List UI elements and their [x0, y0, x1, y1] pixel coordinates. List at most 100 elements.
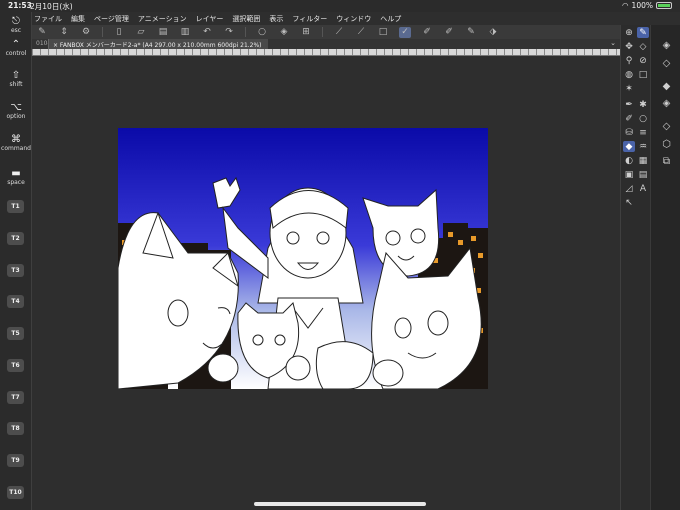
divider — [322, 27, 323, 37]
pen3-icon[interactable]: □ — [377, 27, 389, 38]
tag-icon[interactable]: ⬗ — [487, 27, 499, 38]
fill-tool-icon[interactable]: ◆ — [623, 141, 635, 152]
menu-page[interactable]: ページ管理 — [94, 14, 129, 24]
drops-icon[interactable]: ♒ — [637, 141, 649, 152]
menu-file[interactable]: ファイル — [34, 14, 62, 24]
blend-icon[interactable]: ◐ — [623, 155, 635, 166]
save-icon[interactable]: ▤ — [157, 27, 169, 38]
control-icon: ⌃ — [11, 39, 21, 50]
space-key[interactable]: ▬ space — [0, 168, 32, 186]
t8-key[interactable]: T8 — [7, 422, 24, 435]
zoom-icon[interactable]: ⊕ — [623, 27, 635, 38]
move-icon[interactable]: ✥ — [623, 41, 635, 52]
menu-edit[interactable]: 編集 — [71, 14, 85, 24]
control-key[interactable]: ⌃ control — [0, 39, 32, 57]
layer-fill-icon[interactable]: ◈ — [660, 39, 673, 51]
brush2-icon[interactable]: ✎ — [465, 27, 477, 38]
transform-icon[interactable]: ⊞ — [300, 27, 312, 38]
pen-icon[interactable]: ⟋ — [333, 27, 345, 38]
settings-icon[interactable]: ⚙ — [80, 27, 92, 38]
menu-window[interactable]: ウィンドウ — [336, 14, 371, 24]
shift-key[interactable]: ⇧ shift — [0, 70, 32, 88]
command-label: command — [1, 145, 31, 152]
ruler-icon[interactable]: ▤ — [637, 169, 649, 180]
frame-icon[interactable]: ◿ — [623, 183, 635, 194]
t5-key[interactable]: T5 — [7, 327, 24, 340]
option-key[interactable]: ⌥ option — [0, 102, 32, 120]
undo-icon[interactable]: ↶ — [201, 27, 213, 38]
wand-icon[interactable]: ✶ — [623, 83, 635, 94]
eyedropper-icon[interactable]: ⊘ — [637, 55, 649, 66]
eraser-icon[interactable]: ◇ — [637, 41, 649, 52]
brush-tool-icon[interactable]: ✐ — [623, 113, 635, 124]
layer-palette-strip: ◈ ◇ ◆ ◈ ◇ ⬡ ⧉ — [650, 25, 680, 510]
menu-bar: ファイル 編集 ページ管理 アニメーション レイヤー 選択範囲 表示 フィルター… — [32, 12, 620, 25]
brush-icon[interactable]: ✎ — [36, 27, 48, 38]
horizontal-ruler — [32, 49, 620, 56]
arrow-icon[interactable]: ↖ — [623, 197, 635, 208]
menu-animation[interactable]: アニメーション — [138, 14, 187, 24]
t2-key[interactable]: T2 — [7, 232, 24, 245]
shift-label: shift — [9, 81, 23, 88]
print-icon[interactable]: ▥ — [179, 27, 191, 38]
control-label: control — [5, 50, 27, 57]
menu-selection[interactable]: 選択範囲 — [232, 14, 260, 24]
menu-layer[interactable]: レイヤー — [196, 14, 224, 24]
battery-percent: 100% — [631, 1, 653, 10]
layer-erase-icon[interactable]: ◇ — [660, 120, 673, 132]
t9-key[interactable]: T9 — [7, 454, 24, 467]
new-icon[interactable]: ▯ — [113, 27, 125, 38]
sparkle-icon[interactable]: ✱ — [637, 99, 649, 110]
layer-bucket-icon[interactable]: ◆ — [660, 80, 673, 92]
pen5-icon[interactable]: ✐ — [421, 27, 433, 38]
open-icon[interactable]: ▱ — [135, 27, 147, 38]
layer-clear-icon[interactable]: ◇ — [660, 57, 673, 69]
text-icon[interactable]: A — [637, 183, 649, 194]
bucket-icon[interactable]: ⛁ — [623, 127, 635, 138]
pen2-icon[interactable]: ⟋ — [355, 27, 367, 38]
select-rect-icon[interactable]: □ — [637, 69, 649, 80]
command-bar: ✎ ⇕ ⚙ ▯ ▱ ▤ ▥ ↶ ↷ ○ ◈ ⊞ ⟋ ⟋ □ ✓ ✐ ✐ ✎ ⬗ — [32, 25, 620, 39]
t4-key[interactable]: T4 — [7, 295, 24, 308]
tab-active-document[interactable]: × FANBOX メンバーカード2-a* (A4 297.00 x 210.00… — [48, 39, 268, 49]
shift-icon: ⇧ — [11, 70, 21, 81]
layer-3d-icon[interactable]: ⬡ — [660, 138, 673, 150]
search-icon[interactable]: ⚲ — [623, 55, 635, 66]
lasso-icon[interactable]: ◍ — [623, 69, 635, 80]
status-time: 21:53 — [8, 1, 32, 10]
artwork-canvas[interactable] — [118, 128, 488, 389]
lines-icon[interactable]: ≡ — [637, 127, 649, 138]
layers-icon[interactable]: ⧉ — [660, 155, 673, 167]
t1-key[interactable]: T1 — [7, 200, 24, 213]
fill-icon[interactable]: ◈ — [278, 27, 290, 38]
pen-tool-icon[interactable]: ✎ — [637, 27, 649, 38]
updown-icon[interactable]: ⇕ — [58, 27, 70, 38]
menu-help[interactable]: ヘルプ — [380, 14, 401, 24]
pencil-icon[interactable]: ✐ — [443, 27, 455, 38]
figure-icon[interactable]: ▣ — [623, 169, 635, 180]
command-icon: ⌘ — [11, 134, 21, 145]
bubble-icon[interactable]: ○ — [637, 113, 649, 124]
layer-bucket2-icon[interactable]: ◈ — [660, 97, 673, 109]
canvas-workspace[interactable] — [32, 56, 620, 510]
esc-key[interactable]: ⎋ esc — [0, 16, 32, 34]
status-bar: 21:53 2月10日(水) ◠ 100% — [0, 0, 680, 12]
pen2-tool-icon[interactable]: ✒ — [623, 99, 635, 110]
home-indicator[interactable] — [254, 502, 426, 506]
gradient-icon[interactable]: ▦ — [637, 155, 649, 166]
t6-key[interactable]: T6 — [7, 359, 24, 372]
chevron-down-icon[interactable]: ⌄ — [610, 39, 616, 47]
t7-key[interactable]: T7 — [7, 391, 24, 404]
t10-key[interactable]: T10 — [7, 486, 24, 499]
t3-key[interactable]: T3 — [7, 264, 24, 277]
battery-icon — [656, 2, 672, 9]
menu-view[interactable]: 表示 — [269, 14, 283, 24]
pen4-icon[interactable]: ✓ — [399, 26, 411, 38]
edge-keyboard-panel: ⎋ esc ⌃ control ⇧ shift ⌥ option ⌘ comma… — [0, 12, 32, 510]
rotate-icon[interactable]: ○ — [256, 27, 268, 38]
menu-filter[interactable]: フィルター — [292, 14, 327, 24]
option-label: option — [6, 113, 26, 120]
redo-icon[interactable]: ↷ — [223, 27, 235, 38]
command-key[interactable]: ⌘ command — [0, 134, 32, 152]
space-label: space — [7, 179, 25, 186]
